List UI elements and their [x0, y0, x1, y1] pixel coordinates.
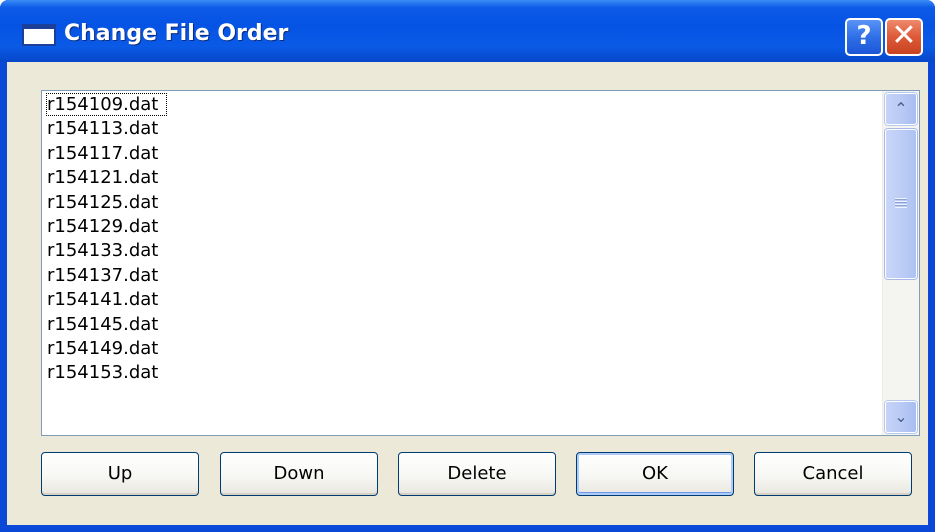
file-list-item[interactable]: r154141.dat	[42, 288, 876, 312]
scroll-thumb[interactable]	[885, 129, 917, 279]
file-name-label: r154149.dat	[47, 337, 159, 359]
close-button[interactable]: ✕	[885, 18, 923, 56]
window-icon	[22, 24, 56, 46]
file-name-label: r154129.dat	[47, 215, 159, 237]
down-button[interactable]: Down	[220, 452, 378, 496]
file-name-label: r154133.dat	[47, 240, 159, 262]
file-list-item[interactable]: r154125.dat	[42, 191, 876, 215]
file-name-label: r154113.dat	[47, 118, 159, 140]
file-list: r154109.dat r154113.dat r154117.dat r154121…	[42, 93, 876, 386]
dialog-title: Change File Order	[64, 21, 289, 46]
file-list-item[interactable]: r154121.dat	[42, 166, 876, 190]
file-list-item[interactable]: r154149.dat	[42, 337, 876, 361]
scroll-grip-icon	[895, 198, 907, 208]
file-name-label: r154137.dat	[47, 264, 159, 286]
file-name-label: r154117.dat	[47, 142, 159, 164]
file-list-item[interactable]: r154109.dat	[42, 93, 876, 117]
file-list-item[interactable]: r154153.dat	[42, 361, 876, 385]
file-listbox[interactable]: r154109.dat r154113.dat r154117.dat r154121…	[41, 90, 920, 436]
file-name-label: r154153.dat	[47, 362, 159, 384]
dialog-body: r154109.dat r154113.dat r154117.dat r154121…	[7, 62, 928, 525]
file-list-item[interactable]: r154117.dat	[42, 142, 876, 166]
vertical-scrollbar[interactable]: ⌃ ⌄	[882, 91, 919, 435]
scroll-down-button[interactable]: ⌄	[885, 401, 917, 433]
up-button[interactable]: Up	[41, 452, 199, 496]
scroll-up-button[interactable]: ⌃	[885, 93, 917, 125]
file-name-label: r154141.dat	[47, 289, 159, 311]
file-list-item[interactable]: r154137.dat	[42, 264, 876, 288]
file-name-label: r154109.dat	[45, 93, 168, 116]
file-list-item[interactable]: r154129.dat	[42, 215, 876, 239]
help-button[interactable]: ?	[845, 18, 883, 56]
chevron-up-icon: ⌃	[894, 99, 908, 118]
cancel-button[interactable]: Cancel	[754, 452, 912, 496]
ok-button[interactable]: OK	[576, 452, 734, 496]
chevron-down-icon: ⌄	[894, 407, 908, 426]
file-name-label: r154145.dat	[47, 313, 159, 335]
change-file-order-dialog: Change File Order ? ✕ r154109.dat r154113…	[0, 0, 935, 532]
file-list-item[interactable]: r154133.dat	[42, 239, 876, 263]
file-list-item[interactable]: r154113.dat	[42, 117, 876, 141]
title-bar[interactable]: Change File Order ? ✕	[0, 0, 935, 62]
delete-button[interactable]: Delete	[398, 452, 556, 496]
file-name-label: r154121.dat	[47, 167, 159, 189]
file-name-label: r154125.dat	[47, 191, 159, 213]
file-list-item[interactable]: r154145.dat	[42, 313, 876, 337]
